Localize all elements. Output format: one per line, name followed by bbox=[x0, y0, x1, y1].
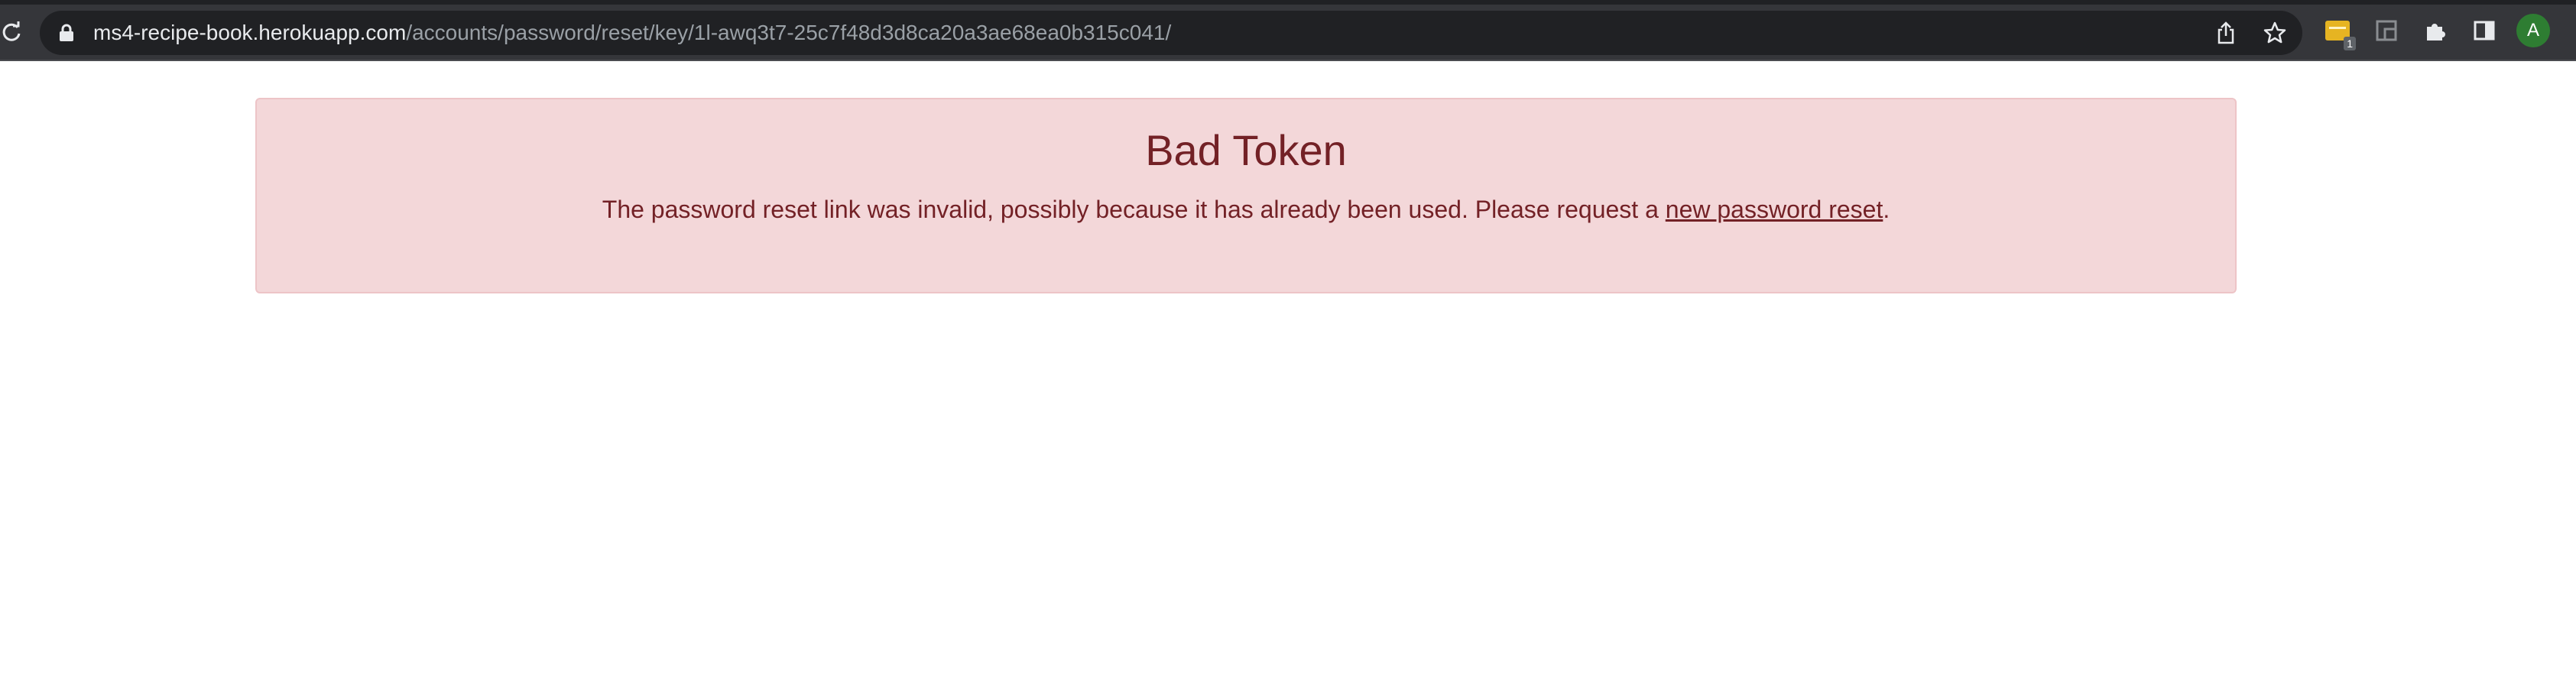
url-text[interactable]: ms4-recipe-book.herokuapp.com/accounts/p… bbox=[93, 11, 1171, 55]
bad-token-alert: Bad Token The password reset link was in… bbox=[255, 98, 2237, 293]
tab-strip-edge bbox=[0, 0, 2576, 5]
url-host: ms4-recipe-book.herokuapp.com bbox=[93, 21, 407, 44]
alert-message-text: The password reset link was invalid, pos… bbox=[602, 196, 1666, 223]
lock-icon[interactable] bbox=[58, 24, 75, 42]
alert-message-end: . bbox=[1883, 196, 1890, 223]
extensions-puzzle-icon[interactable] bbox=[2420, 15, 2451, 46]
browser-toolbar: ms4-recipe-book.herokuapp.com/accounts/p… bbox=[0, 0, 2576, 61]
extension-icon[interactable] bbox=[2371, 15, 2402, 46]
reload-icon[interactable] bbox=[0, 17, 23, 47]
toolbar-divider bbox=[0, 60, 2576, 61]
share-icon[interactable] bbox=[2212, 19, 2240, 47]
side-panel-icon[interactable] bbox=[2469, 15, 2500, 46]
address-bar[interactable]: ms4-recipe-book.herokuapp.com/accounts/p… bbox=[40, 11, 2302, 55]
alert-message: The password reset link was invalid, pos… bbox=[257, 193, 2235, 226]
alert-title: Bad Token bbox=[1145, 126, 1347, 174]
new-password-reset-link[interactable]: new password reset bbox=[1666, 196, 1883, 223]
extension-badge: 1 bbox=[2344, 37, 2356, 50]
url-path: /accounts/password/reset/key/1l-awq3t7-2… bbox=[406, 21, 1172, 44]
profile-avatar[interactable]: A bbox=[2516, 14, 2550, 47]
sticky-notes-extension-icon[interactable]: 1 bbox=[2322, 15, 2356, 50]
bookmark-star-icon[interactable] bbox=[2261, 19, 2289, 47]
